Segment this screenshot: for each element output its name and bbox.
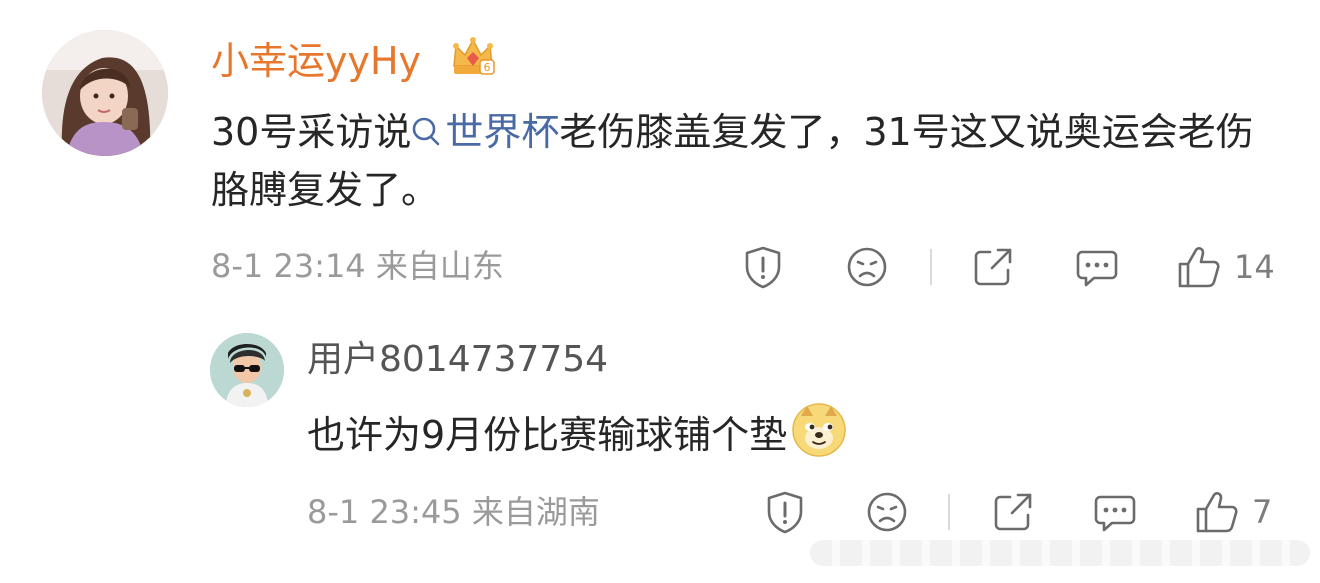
- reply-dislike-button[interactable]: [864, 487, 910, 537]
- reply-location: 来自湖南: [471, 493, 600, 531]
- dislike-icon: [867, 492, 907, 532]
- loading-placeholder: [810, 540, 1310, 566]
- report-icon: [745, 246, 781, 289]
- dislike-icon: [847, 247, 887, 287]
- reply-like-count: 7: [1252, 493, 1273, 531]
- like-count: 14: [1234, 248, 1275, 286]
- reply-like-button[interactable]: 7: [1194, 487, 1272, 537]
- report-icon: [767, 491, 803, 534]
- topic-label: 世界杯: [445, 110, 560, 154]
- reply-avatar-image: [210, 333, 284, 407]
- svg-text:6: 6: [484, 61, 491, 74]
- reply-username[interactable]: 用户8014737754: [307, 336, 608, 384]
- like-button[interactable]: 14: [1176, 242, 1275, 292]
- avatar-image: [42, 30, 168, 156]
- reply-share-button[interactable]: [990, 487, 1036, 537]
- like-icon: [1178, 247, 1220, 288]
- reply-text-body: 也许为9月份比赛输球铺个垫: [307, 413, 788, 457]
- share-icon: [994, 493, 1032, 531]
- reply-timestamp: 8-1 23:45: [307, 493, 462, 531]
- vip-crown-icon[interactable]: 6: [450, 36, 496, 78]
- like-icon: [1196, 492, 1238, 533]
- share-button[interactable]: [970, 242, 1016, 292]
- location: 来自山东: [375, 247, 504, 285]
- reply-icon: [1076, 250, 1118, 287]
- reply-report-button[interactable]: [762, 487, 808, 537]
- username[interactable]: 小幸运yyHy: [211, 36, 421, 86]
- reply-icon: [1094, 495, 1136, 532]
- comment-text: 30号采访说 世界杯老伤膝盖复发了，31号这又说奥运会老伤胳膊复发了。: [211, 103, 1281, 219]
- divider: [930, 249, 932, 285]
- topic-link[interactable]: 世界杯: [411, 110, 559, 154]
- timestamp: 8-1 23:14: [211, 247, 366, 285]
- doge-emoji-icon: [791, 402, 847, 458]
- dislike-button[interactable]: [844, 242, 890, 292]
- search-icon: [411, 106, 441, 146]
- reply-text: 也许为9月份比赛输球铺个垫: [307, 402, 847, 464]
- divider: [948, 494, 950, 530]
- report-button[interactable]: [740, 242, 786, 292]
- reply-avatar[interactable]: [210, 333, 284, 407]
- comment-text-before: 30号采访说: [211, 110, 412, 154]
- avatar[interactable]: [42, 30, 168, 156]
- reply-button[interactable]: [1074, 242, 1120, 292]
- share-icon: [974, 248, 1012, 286]
- comment-meta: 8-1 23:14 来自山东: [211, 244, 504, 288]
- reply-meta: 8-1 23:45 来自湖南: [307, 490, 600, 534]
- reply-reply-button[interactable]: [1092, 487, 1138, 537]
